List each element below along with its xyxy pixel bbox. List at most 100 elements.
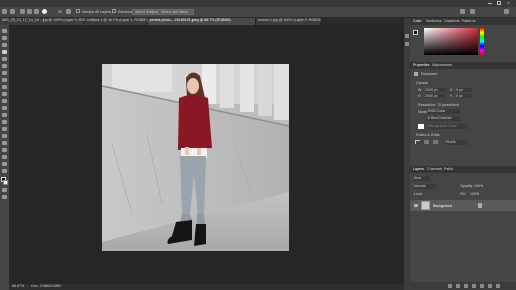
tools-panel: [0, 25, 9, 290]
width-field[interactable]: 2000 px: [425, 88, 445, 92]
screen-mode-icon[interactable]: [2, 195, 7, 199]
document-tab-active[interactable]: pexels-photo-...20180101.jpeg @ 66.7% (R…: [148, 18, 256, 25]
enhance-edge-checkbox[interactable]: [112, 9, 116, 13]
minimize-icon[interactable]: [488, 3, 492, 4]
height-field[interactable]: 2000 px: [425, 94, 445, 98]
crop-tool-icon[interactable]: [2, 57, 7, 61]
tab-adjustments[interactable]: Adjustments: [432, 63, 452, 67]
layers-panel-header: Layers Channels Paths: [410, 166, 516, 173]
layer-name[interactable]: Background: [433, 204, 452, 208]
maximize-icon[interactable]: [497, 1, 501, 5]
sample-all-layers-label: Sample All Layers: [82, 10, 111, 14]
eyedropper-tool-icon[interactable]: [2, 64, 7, 68]
document-image[interactable]: [102, 64, 289, 251]
history-brush-tool-icon[interactable]: [2, 92, 7, 96]
zoom-tool-icon[interactable]: [2, 162, 7, 166]
blend-mode-select[interactable]: Normal: [414, 184, 436, 189]
brush-tool-icon[interactable]: [2, 78, 7, 82]
clone-stamp-tool-icon[interactable]: [2, 85, 7, 89]
pen-tool-icon[interactable]: [2, 127, 7, 131]
trash-icon[interactable]: [496, 284, 500, 288]
canvas-section-label: Canvas: [416, 81, 429, 85]
canvas-area[interactable]: [9, 25, 404, 290]
document-tab[interactable]: screen-1.jpg @ 100% (Layer 0, RGB/8): [256, 18, 321, 25]
blur-tool-icon[interactable]: [2, 113, 7, 117]
quick-selection-tool-icon[interactable]: [10, 9, 15, 14]
background-color-swatch[interactable]: [3, 180, 8, 185]
tab-gradients[interactable]: Gradients: [444, 19, 460, 23]
brush-panel-icon[interactable]: [405, 42, 409, 46]
brush-preview-icon[interactable]: [42, 9, 47, 14]
tab-paths[interactable]: Paths: [444, 167, 453, 171]
brush-size-value[interactable]: 30: [58, 10, 62, 14]
home-icon[interactable]: [2, 9, 7, 14]
color-picker-field[interactable]: [424, 28, 478, 55]
units-select[interactable]: Pixels: [446, 140, 468, 145]
link-layers-icon[interactable]: [448, 284, 452, 288]
rulers-grids-label: Rulers & Grids: [416, 133, 440, 137]
right-panels: Color Swatches Gradients Patterns Proper…: [410, 18, 516, 290]
share-icon[interactable]: [504, 9, 509, 14]
zoom-level[interactable]: 66.67%: [12, 284, 24, 288]
healing-brush-tool-icon[interactable]: [2, 71, 7, 75]
search-icon[interactable]: [460, 9, 465, 14]
document-tab[interactable]: Untitled-1 @ 16.7% (Layer 1, RGB/8*): [85, 18, 148, 25]
tab-channels[interactable]: Channels: [427, 167, 442, 171]
grid-icon[interactable]: [424, 140, 429, 144]
dodge-tool-icon[interactable]: [2, 120, 7, 124]
angle-icon[interactable]: [66, 9, 71, 14]
ruler-icon[interactable]: [415, 140, 420, 144]
tab-swatches[interactable]: Swatches: [426, 19, 442, 23]
select-subject-button[interactable]: Select Subject: [132, 9, 161, 15]
layer-row[interactable]: Background: [410, 200, 516, 211]
path-selection-tool-icon[interactable]: [2, 141, 7, 145]
eraser-tool-icon[interactable]: [2, 99, 7, 103]
lasso-tool-icon[interactable]: [2, 43, 7, 47]
new-selection-icon[interactable]: [20, 9, 25, 14]
bit-depth-select[interactable]: 8 Bits/Channel: [428, 116, 460, 121]
add-mask-icon[interactable]: [464, 284, 468, 288]
workspace-icon[interactable]: [470, 9, 475, 14]
lock-icon: [478, 203, 482, 208]
mode-select[interactable]: RGB Color: [428, 109, 460, 114]
document-info: Doc: 3.08M/3.08M: [31, 284, 61, 288]
y-field[interactable]: 0 px: [456, 94, 472, 98]
foreground-color-chip[interactable]: [413, 30, 418, 35]
adjustment-layer-icon[interactable]: [472, 284, 476, 288]
document-icon: [414, 72, 418, 76]
tab-color[interactable]: Color: [413, 19, 422, 23]
new-layer-icon[interactable]: [488, 284, 492, 288]
tab-properties[interactable]: Properties: [413, 63, 429, 67]
y-label: Y: [450, 94, 453, 98]
opacity-field[interactable]: 100%: [474, 184, 483, 188]
fill-color-swatch[interactable]: [418, 124, 424, 129]
guides-icon[interactable]: [433, 140, 438, 144]
document-label: Document: [421, 72, 438, 76]
gradient-tool-icon[interactable]: [2, 106, 7, 110]
more-tools-icon[interactable]: [2, 169, 7, 173]
move-tool-icon[interactable]: [2, 29, 7, 33]
fill-field[interactable]: 100%: [470, 192, 479, 196]
hue-slider[interactable]: [480, 28, 484, 55]
document-tab[interactable]: IMG_20_12_17_14_04 ...jpg @ 100% (Layer …: [0, 18, 92, 25]
layer-style-icon[interactable]: [456, 284, 460, 288]
history-panel-icon[interactable]: [405, 34, 409, 38]
select-and-mask-button[interactable]: Select and Mask...: [158, 9, 194, 15]
visibility-eye-icon[interactable]: [414, 204, 418, 207]
new-group-icon[interactable]: [480, 284, 484, 288]
hand-tool-icon[interactable]: [2, 155, 7, 159]
tab-layers[interactable]: Layers: [413, 167, 424, 171]
fill-select[interactable]: Background Color: [428, 124, 468, 129]
quick-mask-icon[interactable]: [2, 188, 7, 192]
marquee-tool-icon[interactable]: [2, 36, 7, 40]
x-field[interactable]: 0 px: [456, 88, 472, 92]
quick-selection-tool-icon[interactable]: [2, 50, 7, 54]
sample-all-layers-checkbox[interactable]: [76, 9, 80, 13]
close-icon[interactable]: ✕: [507, 1, 510, 5]
layer-filter-select[interactable]: Kind: [414, 176, 430, 181]
shape-tool-icon[interactable]: [2, 148, 7, 152]
subtract-from-selection-icon[interactable]: [34, 9, 39, 14]
tab-patterns[interactable]: Patterns: [462, 19, 475, 23]
type-tool-icon[interactable]: [2, 134, 7, 138]
add-to-selection-icon[interactable]: [27, 9, 32, 14]
